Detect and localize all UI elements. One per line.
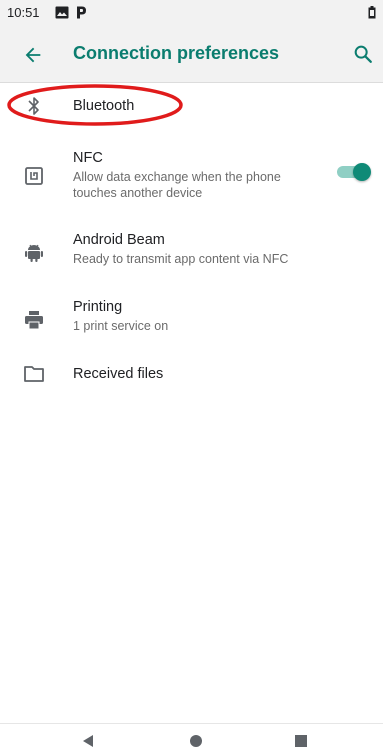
list-item-received-files[interactable]: Received files <box>0 356 383 396</box>
nfc-toggle[interactable] <box>337 163 371 181</box>
battery-icon <box>368 6 376 19</box>
nfc-label: NFC <box>73 150 103 166</box>
list-item-android-beam[interactable]: Android Beam Ready to transmit app conte… <box>0 226 383 278</box>
status-bar: 10:51 <box>0 0 383 26</box>
android-beam-subtitle: Ready to transmit app content via NFC <box>73 252 289 266</box>
image-icon <box>55 6 69 19</box>
printer-icon <box>25 311 43 330</box>
list-item-printing[interactable]: Printing 1 print service on <box>0 294 383 346</box>
list-item-nfc[interactable]: NFC Allow data exchange when the phone t… <box>0 140 383 208</box>
toggle-thumb <box>353 163 371 181</box>
p-icon <box>77 6 86 19</box>
nfc-icon <box>25 167 43 185</box>
android-icon <box>25 244 43 262</box>
status-time: 10:51 <box>7 5 40 20</box>
annotation-ellipse <box>7 84 183 126</box>
folder-icon <box>24 366 44 382</box>
nfc-subtitle: Allow data exchange when the phone touch… <box>73 170 281 200</box>
received-files-label: Received files <box>73 366 164 382</box>
android-beam-label: Android Beam <box>73 232 165 248</box>
arrow-back-icon[interactable] <box>22 44 44 66</box>
home-circle-icon[interactable] <box>189 734 203 748</box>
back-triangle-icon[interactable] <box>81 734 95 748</box>
printing-subtitle: 1 print service on <box>73 319 169 333</box>
printing-label: Printing <box>73 299 123 315</box>
recents-square-icon[interactable] <box>294 734 308 748</box>
app-bar: Connection preferences <box>0 26 383 83</box>
page-title: Connection preferences <box>73 43 280 63</box>
navigation-bar <box>0 723 383 754</box>
search-icon[interactable] <box>352 43 374 65</box>
